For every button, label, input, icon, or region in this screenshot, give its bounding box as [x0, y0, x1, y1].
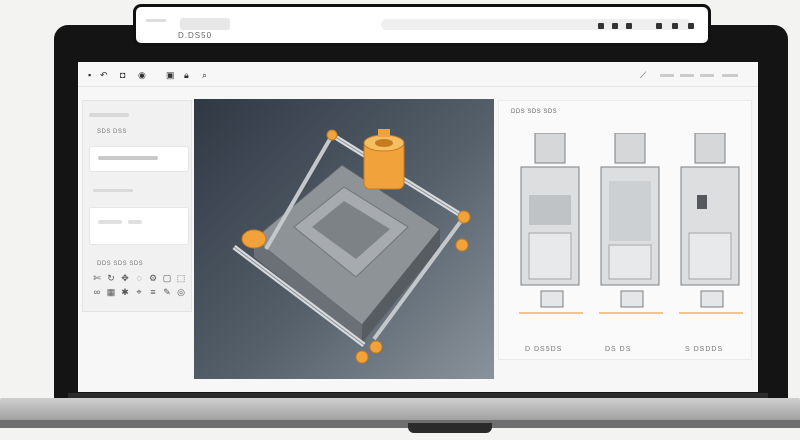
panel-title: DDS SDS SDS — [511, 109, 558, 115]
cabinet-view-2[interactable]: DS DS — [599, 132, 663, 353]
tab-title: D.DS50 — [178, 31, 213, 40]
layers-icon[interactable]: ≡ — [147, 287, 159, 298]
laptop-notch — [408, 423, 492, 433]
cabinet-drawing — [679, 132, 743, 314]
profile-icon[interactable] — [656, 23, 662, 29]
app-screen: ▪ ↶ ◘ ◉ ▣ 🔒︎ ⌕ ⟋ SDS DSS DDS SDS SDS ✄ ↻… — [78, 62, 758, 392]
cabinet-view-1[interactable]: D DS5DS — [519, 132, 583, 353]
cabinet-label: S DSDDS — [685, 346, 724, 353]
material-swatch[interactable] — [98, 220, 122, 224]
property-card[interactable] — [89, 146, 189, 172]
lock-icon[interactable]: 🔒︎ — [184, 70, 189, 80]
move-icon[interactable]: ✥ — [119, 273, 131, 284]
3d-model — [232, 129, 471, 364]
grid-icon[interactable]: ▦ — [105, 287, 117, 298]
laptop-base — [0, 398, 800, 422]
menu-icon[interactable]: ▪ — [88, 70, 91, 80]
toolbar-slider-3[interactable] — [700, 74, 714, 77]
panel-header-bar — [89, 113, 129, 117]
cabinet-view-3[interactable]: S DSDDS — [679, 132, 743, 353]
browser-bar: D.DS50 — [133, 4, 711, 46]
pin-icon[interactable]: ⌖ — [133, 287, 145, 298]
panel-separator — [93, 189, 133, 192]
cabinet-label: DS DS — [605, 346, 632, 353]
cabinet-label: D DS5DS — [525, 346, 563, 353]
tab[interactable] — [180, 18, 230, 30]
circle-icon[interactable]: ◌ — [133, 273, 145, 284]
cabinet-drawing — [519, 132, 583, 314]
rotate-icon[interactable]: ↻ — [105, 273, 117, 284]
scissors-icon[interactable]: ✄ — [91, 273, 103, 284]
property-slider[interactable] — [98, 156, 158, 160]
target-icon[interactable]: ◎ — [175, 287, 187, 298]
address-bar[interactable] — [381, 19, 691, 30]
star-icon[interactable]: ✱ — [119, 287, 131, 298]
camera-icon[interactable]: ◘ — [120, 70, 125, 80]
undo-icon[interactable]: ↶ — [100, 70, 108, 80]
settings-icon[interactable] — [672, 23, 678, 29]
pen-icon[interactable]: ✎ — [161, 287, 173, 298]
save-icon[interactable]: ▣ — [166, 70, 175, 80]
cabinet-drawing — [599, 132, 663, 314]
share-icon[interactable] — [598, 23, 604, 29]
menu-icon[interactable] — [688, 23, 694, 29]
section-label: SDS DSS — [97, 129, 127, 135]
square-icon[interactable]: ▢ — [161, 273, 173, 284]
link-icon[interactable]: ∞ — [91, 287, 103, 298]
app-toolbar: ▪ ↶ ◘ ◉ ▣ 🔒︎ ⌕ ⟋ — [78, 62, 758, 87]
properties-panel: SDS DSS DDS SDS SDS ✄ ↻ ✥ ◌ ⚙ ▢ ⬚ ∞ ▦ ✱ … — [82, 100, 192, 312]
material-value — [128, 220, 142, 224]
extension-icon[interactable] — [626, 23, 632, 29]
search-icon[interactable]: ⌕ — [202, 70, 207, 80]
drawing-panel: DDS SDS SDS D DS5DS DS DS S DSDDS — [498, 100, 752, 360]
laptop-base-lip — [0, 420, 800, 428]
view-icon[interactable]: ◉ — [138, 70, 146, 80]
toolbar-slider[interactable] — [660, 74, 674, 77]
gear-icon[interactable]: ⚙ — [147, 273, 159, 284]
window-controls[interactable] — [146, 19, 166, 22]
toolbar-slider-2[interactable] — [680, 74, 694, 77]
3d-viewport[interactable] — [194, 99, 494, 379]
tool-grid: ✄ ↻ ✥ ◌ ⚙ ▢ ⬚ ∞ ▦ ✱ ⌖ ≡ ✎ ◎ — [91, 273, 189, 298]
cube-icon[interactable]: ⬚ — [175, 273, 187, 284]
bookmark-icon[interactable] — [612, 23, 618, 29]
material-card[interactable] — [89, 207, 189, 245]
tools-label: DDS SDS SDS — [97, 261, 144, 267]
toolbar-slider-4[interactable] — [722, 74, 738, 77]
measure-icon[interactable]: ⟋ — [640, 70, 646, 81]
